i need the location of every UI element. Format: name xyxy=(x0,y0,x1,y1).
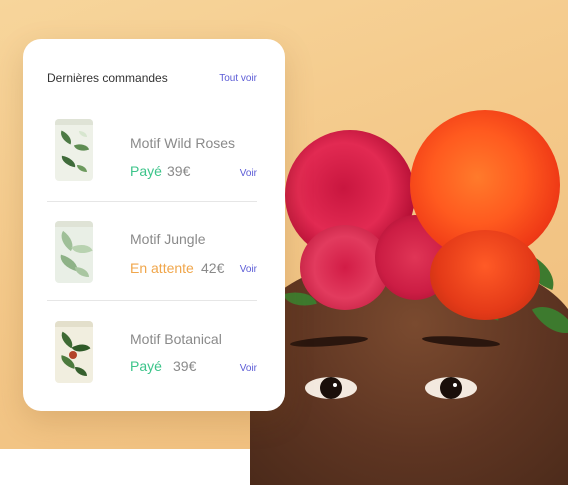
eye-left xyxy=(305,377,357,399)
product-name: Motif Jungle xyxy=(130,231,206,247)
product-name: Motif Wild Roses xyxy=(130,135,236,151)
product-thumbnail xyxy=(55,119,93,181)
price: 42€ xyxy=(201,260,225,276)
eyebrow-left xyxy=(289,334,369,349)
view-order-link[interactable]: Voir xyxy=(240,264,257,275)
divider xyxy=(47,201,257,202)
product-name: Motif Botanical xyxy=(130,331,222,347)
status-badge: Payé xyxy=(130,163,162,179)
divider xyxy=(47,300,257,301)
view-order-link[interactable]: Voir xyxy=(240,168,257,179)
status-badge: En attente xyxy=(130,260,194,276)
order-item: Motif Botanical Payé 39€ Voir xyxy=(47,309,257,399)
order-item: Motif Jungle En attente 42€ Voir xyxy=(47,209,257,299)
price: 39€ xyxy=(173,358,197,374)
card-title: Dernières commandes xyxy=(47,71,168,85)
view-order-link[interactable]: Voir xyxy=(240,363,257,374)
order-item: Motif Wild Roses Payé 39€ Voir xyxy=(47,113,257,193)
status-badge: Payé xyxy=(130,358,162,374)
eye-right xyxy=(425,377,477,399)
recent-orders-card: Dernières commandes Tout voir Motif Wild… xyxy=(23,39,285,411)
product-thumbnail xyxy=(55,321,93,383)
price: 39€ xyxy=(167,163,191,179)
eyebrow-right xyxy=(421,334,501,349)
product-thumbnail xyxy=(55,221,93,283)
view-all-link[interactable]: Tout voir xyxy=(219,73,257,84)
